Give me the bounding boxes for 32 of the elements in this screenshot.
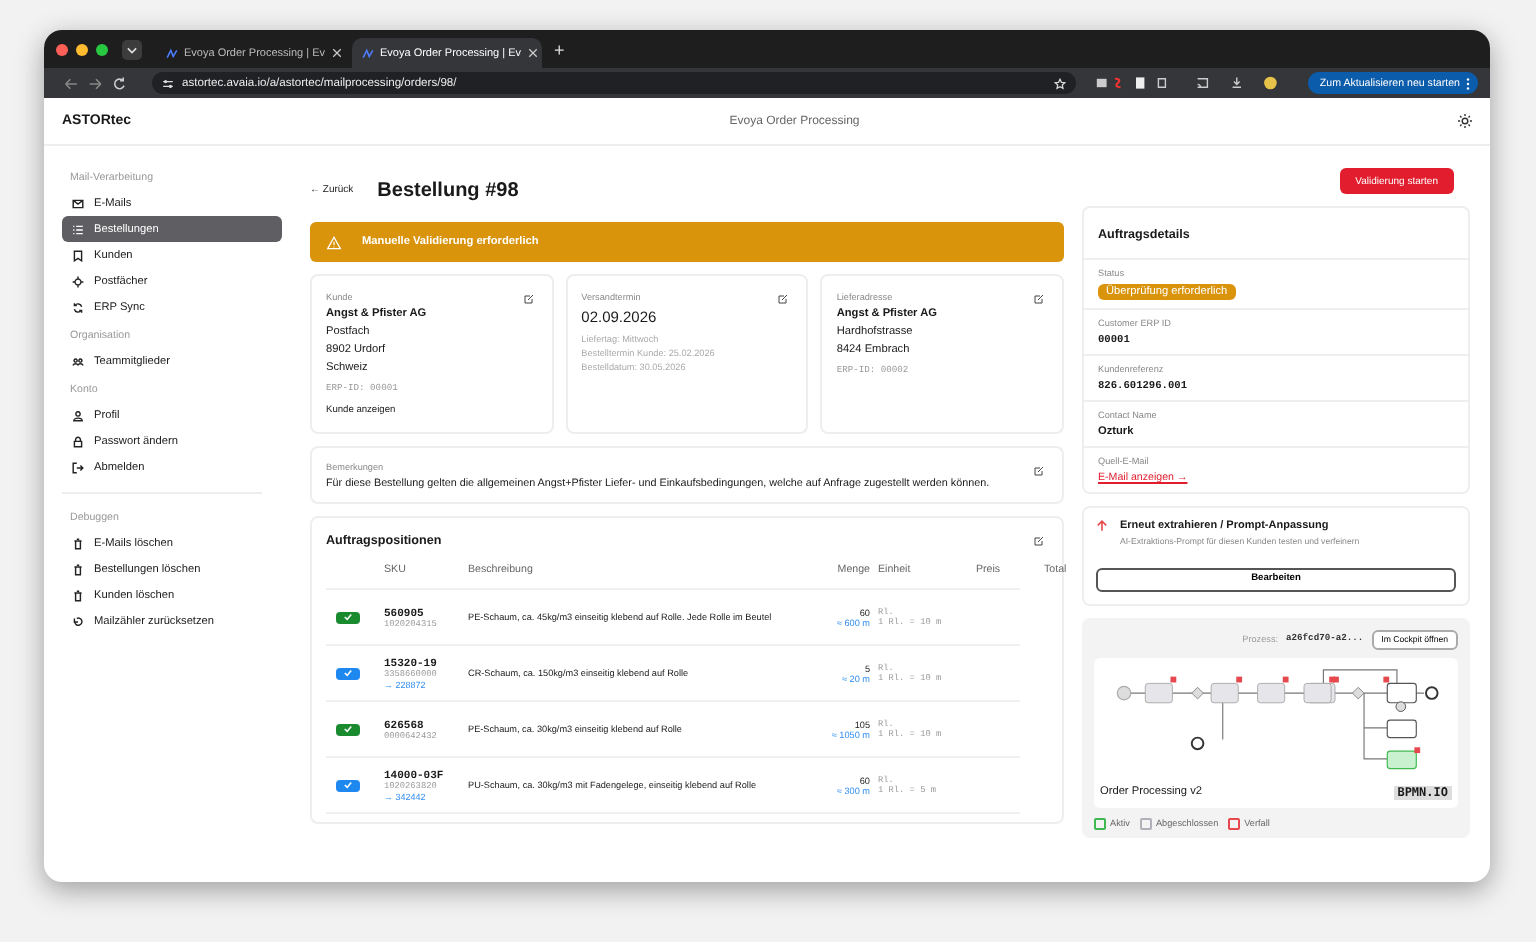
warning-icon bbox=[326, 235, 342, 249]
tab-list-icon[interactable] bbox=[122, 39, 142, 59]
arrow-up-icon bbox=[1096, 520, 1108, 532]
sync-icon bbox=[72, 301, 84, 313]
trash-icon bbox=[72, 589, 84, 601]
wave-icon bbox=[166, 47, 178, 59]
star-icon[interactable] bbox=[1053, 77, 1066, 89]
wave-icon bbox=[362, 47, 374, 59]
theme-toggle-icon[interactable] bbox=[1458, 114, 1472, 128]
trash-icon bbox=[72, 563, 84, 575]
mail-icon bbox=[72, 197, 84, 209]
edit-icon[interactable] bbox=[778, 294, 789, 304]
maximize-window-icon[interactable] bbox=[96, 43, 108, 55]
logout-icon bbox=[72, 461, 84, 473]
edit-icon[interactable] bbox=[1034, 466, 1044, 476]
edit-icon[interactable] bbox=[1034, 536, 1044, 546]
bookmark-icon bbox=[72, 249, 84, 261]
lock-icon bbox=[72, 435, 84, 447]
edit-icon[interactable] bbox=[1033, 294, 1044, 304]
list-icon bbox=[72, 223, 84, 235]
trash-icon bbox=[72, 537, 84, 549]
site-settings-icon[interactable] bbox=[162, 77, 174, 89]
close-tab-icon[interactable] bbox=[331, 48, 342, 58]
close-window-icon[interactable] bbox=[56, 43, 68, 55]
people-icon bbox=[72, 355, 84, 367]
page-title: Bestellung #98 bbox=[377, 179, 519, 201]
new-tab-button[interactable]: + bbox=[554, 39, 565, 59]
edit-icon[interactable] bbox=[523, 294, 534, 304]
close-tab-icon[interactable] bbox=[527, 48, 538, 58]
person-icon bbox=[72, 409, 84, 421]
undo-icon bbox=[72, 615, 84, 627]
minimize-window-icon[interactable] bbox=[76, 43, 88, 55]
